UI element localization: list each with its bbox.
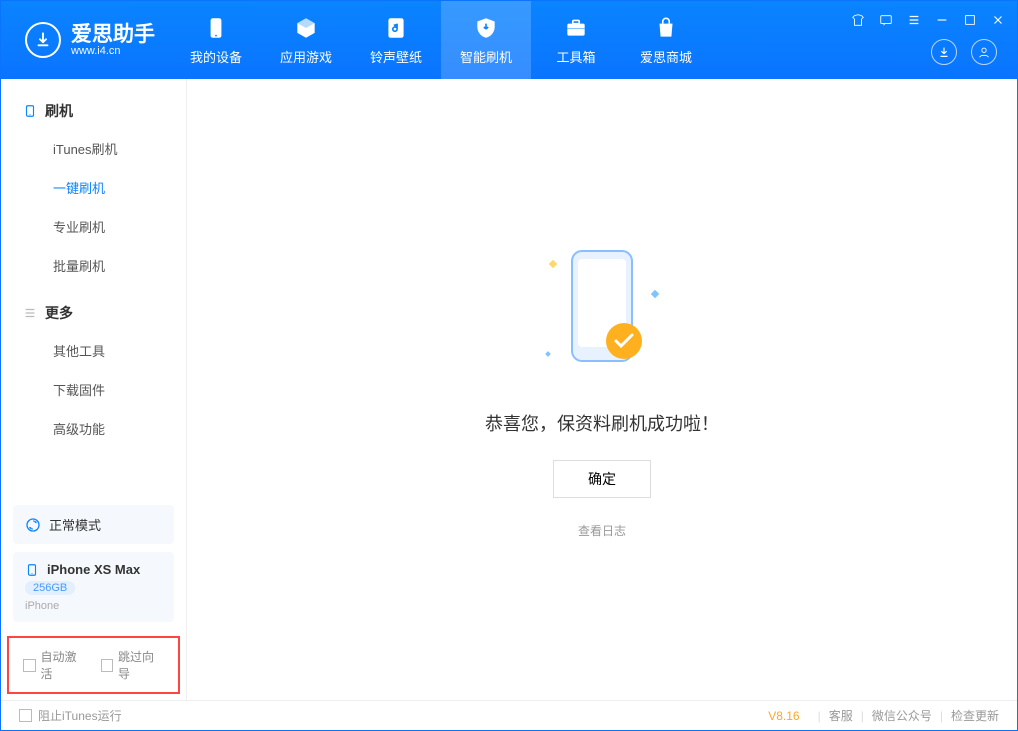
- sidebar-item-advanced[interactable]: 高级功能: [1, 409, 186, 448]
- header: 爱思助手 www.i4.cn 我的设备 应用游戏 铃声壁纸 智能刷机 工具箱 爱…: [1, 1, 1017, 79]
- app-domain: www.i4.cn: [71, 45, 155, 57]
- tab-my-device[interactable]: 我的设备: [171, 1, 261, 79]
- nav-tabs: 我的设备 应用游戏 铃声壁纸 智能刷机 工具箱 爱思商城: [171, 1, 711, 79]
- menu-icon[interactable]: [905, 11, 923, 29]
- sidebar-item-pro-flash[interactable]: 专业刷机: [1, 207, 186, 246]
- shirt-icon[interactable]: [849, 11, 867, 29]
- checkbox-auto-activate[interactable]: 自动激活: [23, 648, 87, 682]
- sidebar-item-itunes-flash[interactable]: iTunes刷机: [1, 129, 186, 168]
- version-label: V8.16: [768, 709, 799, 723]
- maximize-button[interactable]: [961, 11, 979, 29]
- music-file-icon: [383, 15, 409, 41]
- footer: 阻止iTunes运行 V8.16 | 客服 | 微信公众号 | 检查更新: [1, 700, 1017, 730]
- bag-icon: [653, 15, 679, 41]
- check-update-link[interactable]: 检查更新: [951, 707, 999, 724]
- window-controls: [849, 11, 1007, 29]
- device-capacity: 256GB: [25, 581, 75, 595]
- success-message: 恭喜您，保资料刷机成功啦！: [485, 410, 719, 436]
- device-icon: [23, 104, 37, 118]
- tab-smart-flash[interactable]: 智能刷机: [441, 1, 531, 79]
- success-illustration: [542, 241, 662, 386]
- main-content: 恭喜您，保资料刷机成功啦！ 确定 查看日志: [187, 79, 1017, 700]
- logo-icon: [25, 22, 61, 58]
- sidebar-item-one-click[interactable]: 一键刷机: [1, 168, 186, 207]
- sidebar-item-batch-flash[interactable]: 批量刷机: [1, 246, 186, 285]
- close-button[interactable]: [989, 11, 1007, 29]
- checkbox-icon: [23, 659, 36, 672]
- ok-button[interactable]: 确定: [553, 460, 651, 498]
- sidebar-item-download-firmware[interactable]: 下载固件: [1, 370, 186, 409]
- toolbox-icon: [563, 15, 589, 41]
- download-icon[interactable]: [931, 39, 957, 65]
- device-name: iPhone XS Max: [47, 562, 140, 577]
- checkbox-skip-guide[interactable]: 跳过向导: [101, 648, 165, 682]
- minimize-button[interactable]: [933, 11, 951, 29]
- user-icon[interactable]: [971, 39, 997, 65]
- device-type: iPhone: [25, 600, 162, 612]
- device-mode: 正常模式: [49, 515, 101, 534]
- device-mode-box[interactable]: 正常模式: [13, 505, 174, 544]
- checkbox-icon: [101, 659, 114, 672]
- checkbox-icon: [19, 709, 32, 722]
- tab-toolbox[interactable]: 工具箱: [531, 1, 621, 79]
- refresh-icon: [25, 517, 41, 533]
- phone-icon: [203, 15, 229, 41]
- tab-apps[interactable]: 应用游戏: [261, 1, 351, 79]
- phone-small-icon: [25, 563, 39, 577]
- device-info-box[interactable]: iPhone XS Max 256GB iPhone: [13, 552, 174, 622]
- tab-store[interactable]: 爱思商城: [621, 1, 711, 79]
- app-name: 爱思助手: [71, 24, 155, 45]
- wechat-link[interactable]: 微信公众号: [872, 707, 932, 724]
- cube-icon: [293, 15, 319, 41]
- sidebar: 刷机 iTunes刷机 一键刷机 专业刷机 批量刷机 更多 其他工具 下载固件 …: [1, 79, 187, 700]
- options-highlight-box: 自动激活 跳过向导: [7, 636, 180, 694]
- sidebar-group-flash: 刷机: [1, 93, 186, 129]
- menu-icon: [23, 306, 37, 320]
- support-link[interactable]: 客服: [829, 707, 853, 724]
- feedback-icon[interactable]: [877, 11, 895, 29]
- header-actions: [931, 39, 997, 65]
- view-log-link[interactable]: 查看日志: [578, 522, 626, 539]
- logo[interactable]: 爱思助手 www.i4.cn: [1, 22, 171, 58]
- shield-icon: [473, 15, 499, 41]
- checkbox-block-itunes[interactable]: 阻止iTunes运行: [19, 707, 122, 724]
- sidebar-item-other-tools[interactable]: 其他工具: [1, 331, 186, 370]
- sidebar-group-more: 更多: [1, 295, 186, 331]
- tab-ringtones[interactable]: 铃声壁纸: [351, 1, 441, 79]
